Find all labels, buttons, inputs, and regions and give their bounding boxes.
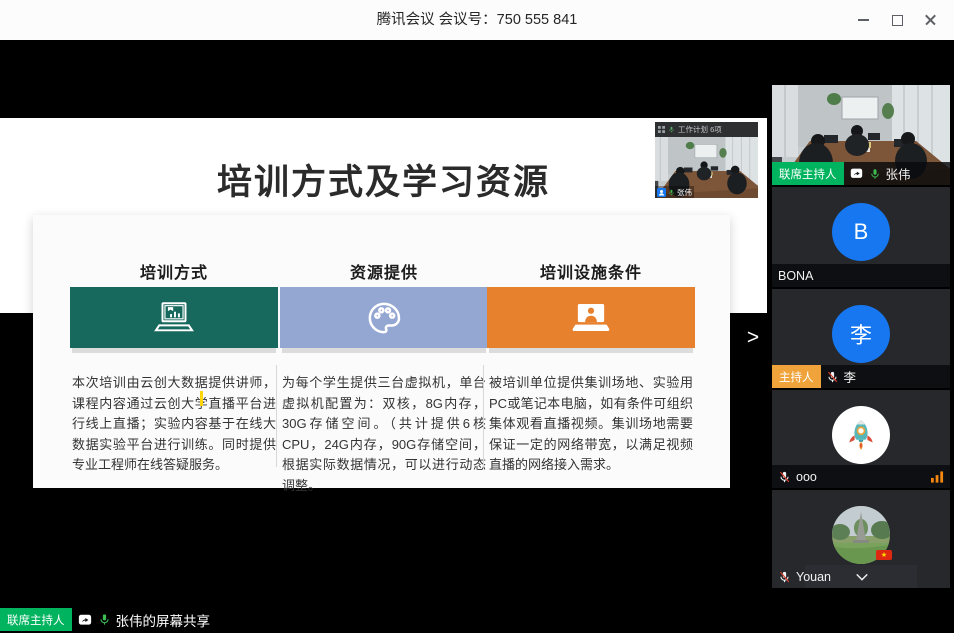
column-shadow-strip (489, 348, 693, 353)
participants-panel: 联席主持人 张伟 B BONA 李 主持人 (772, 85, 950, 588)
presentation-laptop-icon (151, 298, 197, 338)
slide-content-card: 培训方式 本次培训由云创 (33, 215, 730, 488)
slide-column-training-method: 培训方式 本次培训由云创 (70, 215, 278, 488)
mic-on-icon (98, 612, 111, 627)
avatar (832, 406, 890, 464)
window-title: 腾讯会议 会议号：750 555 841 (0, 0, 954, 40)
maximize-icon (892, 15, 903, 26)
tencent-meeting-window: 腾讯会议 会议号：750 555 841 培训方式及学习资源 培训方式 (0, 0, 954, 633)
pip-header-text: 工作计划 6项 (678, 124, 722, 135)
cohost-badge: 联席主持人 (0, 608, 72, 631)
video-laptop-icon (568, 298, 614, 338)
participant-name-bar: ooo (772, 465, 950, 488)
participant-name: 张伟 (886, 164, 911, 183)
sharing-banner-text: 张伟的屏幕共享 (116, 610, 211, 630)
pip-header: 工作计划 6项 (655, 122, 758, 137)
column-body: 为每个学生提供三台虚拟机，单台虚拟机配置为：双核，8G内存，30G存储空间。（共… (282, 373, 486, 496)
maximize-button[interactable] (880, 0, 914, 40)
mic-on-icon (869, 167, 881, 181)
column-color-block (487, 287, 695, 348)
column-header: 培训设施条件 (487, 259, 695, 283)
minimize-button[interactable] (846, 0, 880, 40)
network-signal-icon (931, 471, 944, 483)
china-flag-icon: ★ (876, 550, 892, 560)
pip-speaker-name: 张伟 (677, 187, 692, 198)
cohost-badge: 联席主持人 (772, 162, 844, 185)
pip-name-bar: 张伟 (655, 186, 694, 198)
floating-video-window[interactable]: 工作计划 6项 (655, 122, 758, 198)
slide-column-resources: 资源提供 为每个学生提供三台虚拟机，单台虚拟机配置为：双核，8G内存，30G存储… (280, 215, 488, 488)
column-divider (483, 365, 484, 467)
participant-name-bar: 联席主持人 张伟 (772, 162, 950, 185)
slide-column-facilities: 培训设施条件 被培训单位提供集训场地、实验用PC或笔记本电脑，如有条件可组织集体… (487, 215, 695, 488)
participant-name: 李 (844, 367, 857, 386)
next-slide-arrow[interactable]: > (742, 323, 764, 353)
participant-tile-li[interactable]: 李 主持人 李 (772, 289, 950, 388)
palette-icon (363, 298, 405, 338)
mic-muted-icon (826, 370, 839, 384)
participant-name: Youan (796, 570, 831, 584)
participant-name-bar: 主持人 李 (772, 365, 950, 388)
rocket-icon (843, 417, 879, 453)
pip-video: 张伟 (655, 137, 758, 198)
avatar: 李 (832, 305, 890, 363)
participant-name: BONA (778, 269, 813, 283)
column-color-block (280, 287, 488, 348)
text-cursor (200, 391, 203, 406)
screen-share-view: 培训方式及学习资源 培训方式 (0, 40, 767, 633)
column-header: 培训方式 (70, 259, 278, 283)
host-badge: 主持人 (772, 365, 821, 388)
participant-name: ooo (796, 470, 817, 484)
minimize-icon (858, 19, 869, 21)
title-bar: 腾讯会议 会议号：750 555 841 (0, 0, 954, 40)
chevron-down-icon (855, 573, 869, 581)
participant-name-bar: BONA (772, 264, 950, 287)
column-divider (276, 365, 277, 467)
participant-tile-youan[interactable]: ★ Youan (772, 490, 950, 588)
column-header: 资源提供 (280, 259, 488, 283)
participant-tile-ooo[interactable]: ooo (772, 390, 950, 488)
column-body: 本次培训由云创大数据提供讲师，课程内容通过云创大学直播平台进行线上直播；实验内容… (72, 373, 276, 476)
mic-icon (668, 125, 675, 134)
close-button[interactable] (914, 0, 948, 40)
mic-muted-icon (778, 570, 791, 584)
sharing-banner: 联席主持人 张伟的屏幕共享 (0, 608, 210, 631)
column-shadow-strip (282, 348, 486, 353)
mic-on-icon (668, 188, 675, 197)
participant-video-zhangwei[interactable]: 联席主持人 张伟 (772, 85, 950, 185)
profile-icon (657, 188, 666, 197)
window-controls (846, 0, 948, 40)
avatar: B (832, 203, 890, 261)
grid-icon (658, 126, 665, 133)
screen-share-icon (77, 613, 93, 627)
column-body: 被培训单位提供集训场地、实验用PC或笔记本电脑，如有条件可组织集体观看直播视频。… (489, 373, 693, 476)
screen-share-icon (849, 167, 864, 180)
collapse-participants-button[interactable] (853, 569, 871, 585)
slide-title: 培训方式及学习资源 (0, 154, 767, 205)
column-color-block (70, 287, 278, 348)
column-shadow-strip (72, 348, 276, 353)
mic-muted-icon (778, 470, 791, 484)
participant-tile-bona[interactable]: B BONA (772, 187, 950, 287)
